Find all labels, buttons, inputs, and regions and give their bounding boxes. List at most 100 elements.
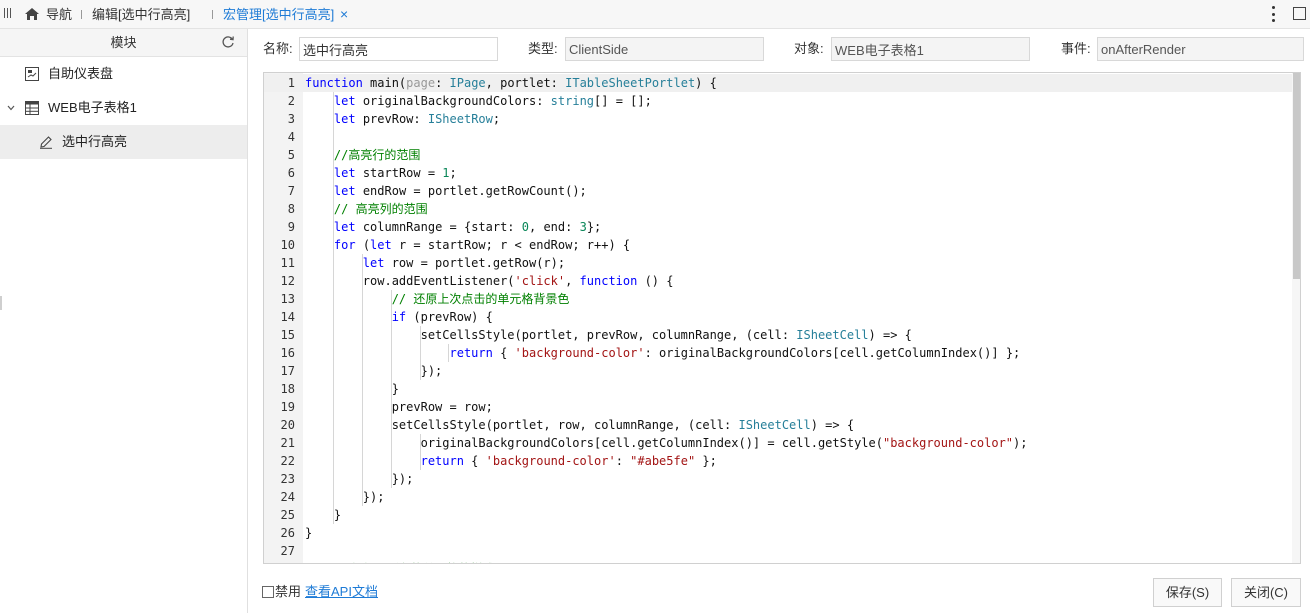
indent-guide — [419, 326, 421, 380]
code-line[interactable]: 5 //高亮行的范围 — [264, 146, 1292, 164]
line-number: 26 — [280, 526, 295, 540]
line-number: 6 — [287, 166, 295, 180]
code-editor[interactable]: 1 function main(page: IPage, portlet: ITa… — [263, 72, 1301, 564]
tree-item-label: 自助仪表盘 — [48, 66, 114, 81]
code-text: } — [305, 508, 342, 522]
code-line[interactable]: 6 let startRow = 1; — [264, 164, 1292, 182]
code-text: setCellsStyle(portlet, row, columnRange,… — [305, 418, 855, 432]
more-options-icon[interactable] — [1270, 6, 1276, 22]
line-number: 17 — [280, 364, 295, 378]
tab-bar: 导航 编辑[选中行高亮] 宏管理[选中行高亮] × — [0, 0, 1310, 29]
disable-checkbox[interactable] — [262, 586, 274, 598]
object-label: 对象: — [794, 41, 824, 56]
vertical-scrollbar[interactable] — [1292, 73, 1300, 563]
chevron-down-icon[interactable] — [7, 104, 15, 112]
code-line[interactable]: 28 // 设置行行上所有的单元格的样式 — [264, 560, 1292, 563]
code-text: let prevRow: ISheetRow; — [333, 112, 501, 126]
code-text: //高亮行的范围 — [333, 148, 421, 162]
code-text: return { 'background-color': originalBac… — [449, 346, 1021, 360]
type-field — [565, 37, 764, 61]
code-line[interactable]: 26} — [264, 524, 1292, 542]
line-number: 2 — [287, 94, 295, 108]
line-number: 21 — [280, 436, 295, 450]
indent-guide — [361, 254, 363, 506]
code-line[interactable]: 3 let prevRow: ISheetRow; — [264, 110, 1292, 128]
refresh-icon[interactable] — [221, 35, 235, 49]
line-number: 3 — [287, 112, 295, 126]
code-line[interactable]: 9 let columnRange = {start: 0, end: 3}; — [264, 218, 1292, 236]
code-line[interactable]: 8 // 高亮列的范围 — [264, 200, 1292, 218]
indent-guide — [390, 290, 392, 488]
code-line[interactable]: 22 return { 'background-color': "#abe5fe… — [264, 452, 1292, 470]
code-line[interactable]: 4 — [264, 128, 1292, 146]
tree-item-label: WEB电子表格1 — [48, 100, 137, 115]
code-line[interactable]: 27 — [264, 542, 1292, 560]
code-line[interactable]: 7 let endRow = portlet.getRowCount(); — [264, 182, 1292, 200]
code-line[interactable]: 23 }); — [264, 470, 1292, 488]
code-line[interactable]: 14 if (prevRow) { — [264, 308, 1292, 326]
code-text: let originalBackgroundColors: string[] =… — [333, 94, 652, 108]
code-line[interactable]: 18 } — [264, 380, 1292, 398]
close-tab-icon[interactable]: × — [340, 0, 348, 29]
code-line[interactable]: 19 prevRow = row; — [264, 398, 1292, 416]
close-button[interactable]: 关闭(C) — [1231, 578, 1301, 607]
tree-item-dashboard[interactable]: 自助仪表盘 — [0, 57, 247, 91]
macro-edit-icon — [40, 136, 52, 149]
code-text: setCellsStyle(portlet, prevRow, columnRa… — [305, 328, 912, 342]
line-number: 11 — [280, 256, 295, 270]
code-text: originalBackgroundColors[cell.getColumnI… — [305, 436, 1028, 450]
code-text: // 高亮列的范围 — [333, 202, 428, 216]
code-line[interactable]: 24 }); — [264, 488, 1292, 506]
line-number: 5 — [287, 148, 295, 162]
code-line[interactable]: 25 } — [264, 506, 1292, 524]
line-number: 1 — [287, 76, 295, 90]
tab-edit[interactable]: 编辑[选中行高亮] — [92, 0, 190, 29]
tree-item-macro[interactable]: 选中行高亮 — [0, 125, 247, 159]
tab-nav[interactable]: 导航 — [46, 0, 72, 29]
code-line[interactable]: 10 for (let r = startRow; r < endRow; r+… — [264, 236, 1292, 254]
code-line[interactable]: 1 function main(page: IPage, portlet: ITa… — [264, 74, 1292, 92]
tree-item-spreadsheet[interactable]: WEB电子表格1 — [0, 91, 247, 125]
disable-label: 禁用 — [275, 584, 302, 599]
code-line[interactable]: 11 let row = portlet.getRow(r); — [264, 254, 1292, 272]
code-text: function main(page: IPage, portlet: ITab… — [305, 76, 717, 90]
spreadsheet-icon — [25, 101, 39, 115]
line-number: 24 — [280, 490, 295, 504]
save-button[interactable]: 保存(S) — [1153, 578, 1222, 607]
code-line[interactable]: 17 }); — [264, 362, 1292, 380]
code-text: return { 'background-color': "#abe5fe" }… — [420, 454, 717, 468]
code-text: // 还原上次点击的单元格背景色 — [391, 292, 570, 306]
line-number: 7 — [287, 184, 295, 198]
line-number: 27 — [280, 544, 295, 558]
line-number: 18 — [280, 382, 295, 396]
panel-splitter[interactable] — [0, 296, 2, 310]
drag-handle-icon[interactable] — [4, 8, 12, 20]
code-line[interactable]: 15 setCellsStyle(portlet, prevRow, colum… — [264, 326, 1292, 344]
code-text: } — [305, 526, 313, 540]
line-number: 9 — [287, 220, 295, 234]
api-docs-link[interactable]: 查看API文档 — [305, 583, 378, 601]
home-icon[interactable] — [24, 7, 40, 21]
name-input[interactable] — [299, 37, 498, 61]
code-line[interactable]: 12 row.addEventListener('click', functio… — [264, 272, 1292, 290]
type-label: 类型: — [528, 41, 558, 56]
line-number: 23 — [280, 472, 295, 486]
scrollbar-thumb[interactable] — [1293, 73, 1300, 279]
maximize-icon[interactable] — [1293, 7, 1306, 20]
line-number: 20 — [280, 418, 295, 432]
line-number: 12 — [280, 274, 295, 288]
code-text: for (let r = startRow; r < endRow; r++) … — [333, 238, 631, 252]
module-panel: 模块 自助仪表盘 WEB电子表格1 选中行高亮 — [0, 29, 248, 613]
name-label: 名称: — [263, 41, 293, 56]
code-line[interactable]: 21 originalBackgroundColors[cell.getColu… — [264, 434, 1292, 452]
code-text: }); — [305, 364, 443, 378]
code-line[interactable]: 2 let originalBackgroundColors: string[]… — [264, 92, 1292, 110]
line-number: 4 — [287, 130, 295, 144]
code-line[interactable]: 20 setCellsStyle(portlet, row, columnRan… — [264, 416, 1292, 434]
code-line[interactable]: 16 return { 'background-color': original… — [264, 344, 1292, 362]
tab-macro[interactable]: 宏管理[选中行高亮] — [223, 0, 334, 29]
code-line[interactable]: 13 // 还原上次点击的单元格背景色 — [264, 290, 1292, 308]
line-number: 22 — [280, 454, 295, 468]
dashboard-icon — [25, 67, 39, 81]
indent-guide — [419, 434, 421, 470]
